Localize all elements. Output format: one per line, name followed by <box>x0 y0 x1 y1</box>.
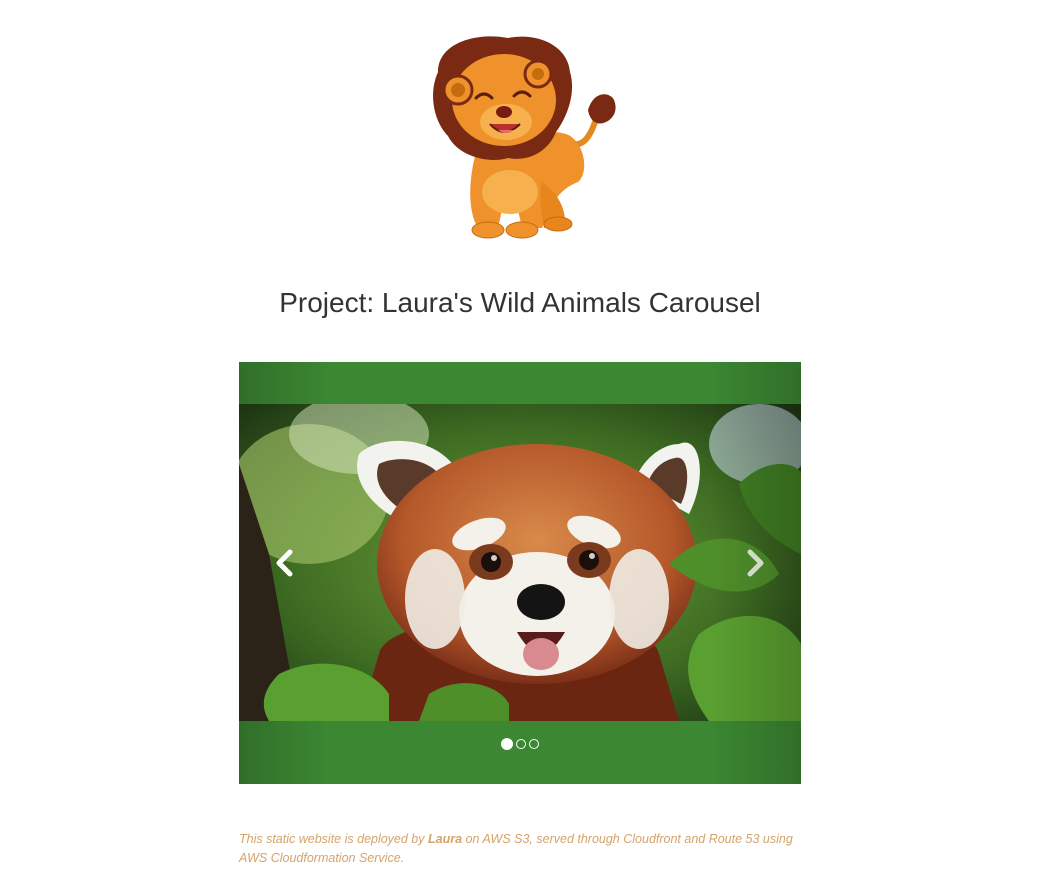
carousel-indicator-2[interactable] <box>516 739 526 749</box>
carousel-indicators <box>239 738 801 750</box>
page: Project: Laura's Wild Animals Carousel T… <box>0 0 1064 890</box>
page-title: Project: Laura's Wild Animals Carousel <box>279 287 761 318</box>
carousel-next-button[interactable] <box>711 404 801 721</box>
chevron-right-icon <box>745 549 767 577</box>
footer-text-1: This static website is deployed by <box>239 832 428 846</box>
footer-author: Laura <box>427 832 463 846</box>
lion-logo-icon <box>418 32 622 240</box>
chevron-left-icon <box>273 549 295 577</box>
footer-note: This static website is deployed by Laura… <box>239 830 809 868</box>
carousel-indicator-1[interactable] <box>501 738 513 750</box>
carousel-indicator-3[interactable] <box>529 739 539 749</box>
animal-carousel <box>239 362 801 784</box>
carousel-prev-button[interactable] <box>239 404 329 721</box>
